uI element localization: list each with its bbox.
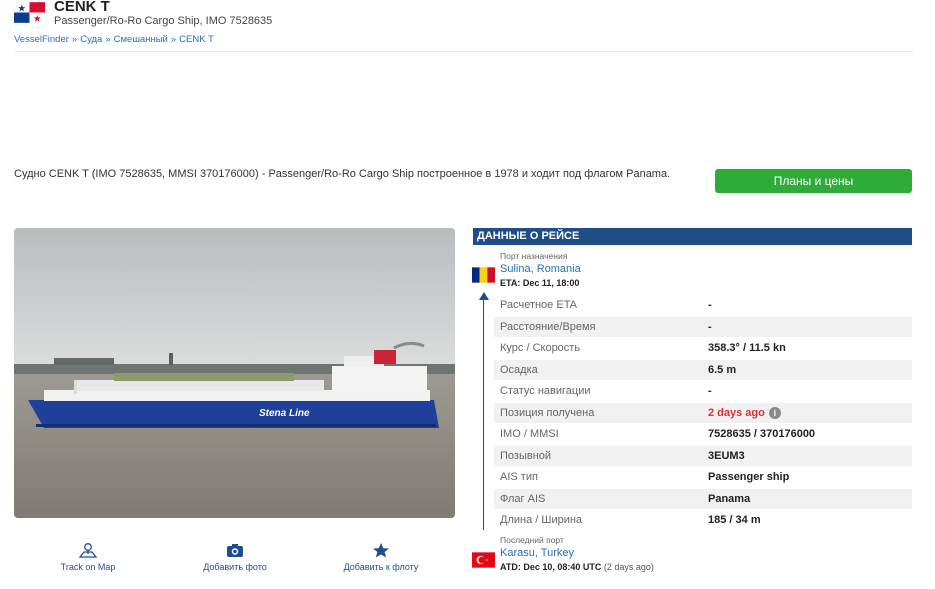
table-row: Расчетное ETA - xyxy=(494,294,912,316)
table-row: Флаг AIS Panama xyxy=(494,487,912,509)
table-row: Осадка 6.5 m xyxy=(494,358,912,380)
breadcrumb-separator: » xyxy=(71,34,78,45)
table-row: IMO / MMSI 7528635 / 370176000 xyxy=(494,423,912,445)
ship-title: CENK T xyxy=(54,0,110,15)
table-row: Позывной 3EUM3 xyxy=(494,444,912,466)
row-key: Осадка xyxy=(500,363,538,376)
row-key: AIS тип xyxy=(500,471,538,484)
breadcrumb-vessels[interactable]: Суда xyxy=(80,34,102,45)
breadcrumb-separator: » xyxy=(170,34,177,45)
last-port-link[interactable]: Karasu, Turkey xyxy=(500,547,574,559)
row-value: - xyxy=(708,320,712,333)
info-icon[interactable]: i xyxy=(768,406,781,419)
star-icon xyxy=(373,543,389,558)
turkey-flag-icon xyxy=(472,552,495,568)
destination-port: Порт назначения Sulina, Romania ETA: Dec… xyxy=(472,250,912,292)
row-key: Позиция получена xyxy=(500,406,595,419)
last-port-atd: ATD: Dec 10, 08:40 UTC (2 days ago) xyxy=(500,562,654,572)
destination-label: Порт назначения xyxy=(500,251,568,261)
breadcrumb: VesselFinder» Суда» Смешанный» CENK T xyxy=(14,34,214,45)
row-key: Флаг AIS xyxy=(500,492,546,505)
row-value: 6.5 m xyxy=(708,363,737,376)
voyage-data-table: Расчетное ETA - Расстояние/Время - Курс / … xyxy=(494,294,912,531)
row-value: 185 / 34 m xyxy=(708,514,761,527)
track-on-map-button[interactable]: Track on Map xyxy=(33,542,143,572)
map-pin-icon xyxy=(78,543,98,558)
row-value: 7528635 / 370176000 xyxy=(708,428,816,441)
row-key: IMO / MMSI xyxy=(500,428,559,441)
row-value: Panama xyxy=(708,492,751,505)
table-row: Статус навигации - xyxy=(494,380,912,402)
position-received-value: 2 days ago xyxy=(708,406,765,419)
row-value: Passenger ship xyxy=(708,471,790,484)
last-port-label: Последний порт xyxy=(500,535,564,545)
table-row: Курс / Скорость 358.3° / 11.5 kn xyxy=(494,337,912,359)
destination-port-link[interactable]: Sulina, Romania xyxy=(500,263,581,275)
voyage-progress-line xyxy=(483,300,484,530)
row-key: Расчетное ETA xyxy=(500,299,577,312)
atd-time: ATD: Dec 10, 08:40 UTC xyxy=(500,562,602,572)
last-port: Последний порт Karasu, Turkey ATD: Dec 1… xyxy=(472,534,912,578)
row-key: Расстояние/Время xyxy=(500,320,596,333)
breadcrumb-mixed[interactable]: Смешанный xyxy=(114,34,168,45)
row-key: Курс / Скорость xyxy=(500,342,581,355)
row-value: 2 days ago i xyxy=(708,406,781,419)
row-value: 3EUM3 xyxy=(708,449,745,462)
destination-eta: ETA: Dec 11, 18:00 xyxy=(500,278,580,288)
table-row: AIS тип Passenger ship xyxy=(494,466,912,488)
table-row: Длина / Ширина 185 / 34 m xyxy=(494,509,912,531)
atd-relative: (2 days ago) xyxy=(603,562,654,572)
add-to-fleet-button[interactable]: Добавить к флоту xyxy=(326,542,436,572)
table-row: Расстояние/Время - xyxy=(494,315,912,337)
add-photo-label: Добавить фото xyxy=(203,562,267,572)
row-value: - xyxy=(708,299,712,312)
plans-and-prices-button[interactable]: Планы и цены xyxy=(715,169,912,193)
hull-text: Stena Line xyxy=(259,408,310,419)
add-to-fleet-label: Добавить к флоту xyxy=(343,562,419,572)
row-value: - xyxy=(708,385,712,398)
romania-flag-icon xyxy=(472,267,495,283)
page-header: CENK T Passenger/Ro-Ro Cargo Ship, IMO 7… xyxy=(14,0,914,52)
add-photo-button[interactable]: Добавить фото xyxy=(180,542,290,572)
panama-flag-icon xyxy=(14,2,45,23)
vessel-photo[interactable]: Stena Line xyxy=(14,228,455,518)
vessel-photo-image: Stena Line xyxy=(14,228,455,518)
voyage-data-header: ДАННЫЕ О РЕЙСЕ xyxy=(473,228,912,245)
row-key: Статус навигации xyxy=(500,385,591,398)
vessel-description: Судно CENK T (IMO 7528635, MMSI 37017600… xyxy=(14,168,671,180)
ship-subtitle: Passenger/Ro-Ro Cargo Ship, IMO 7528635 xyxy=(54,15,273,27)
row-key: Длина / Ширина xyxy=(500,514,583,527)
table-row: Позиция получена 2 days ago i xyxy=(494,401,912,423)
breadcrumb-current[interactable]: CENK T xyxy=(179,34,214,45)
breadcrumb-vesselfinder[interactable]: VesselFinder xyxy=(14,34,69,45)
row-key: Позывной xyxy=(500,449,552,462)
voyage-arrow-head xyxy=(479,292,489,300)
track-on-map-label: Track on Map xyxy=(60,562,116,572)
breadcrumb-separator: » xyxy=(105,34,111,45)
camera-icon xyxy=(227,544,243,557)
row-value: 358.3° / 11.5 kn xyxy=(708,342,786,355)
